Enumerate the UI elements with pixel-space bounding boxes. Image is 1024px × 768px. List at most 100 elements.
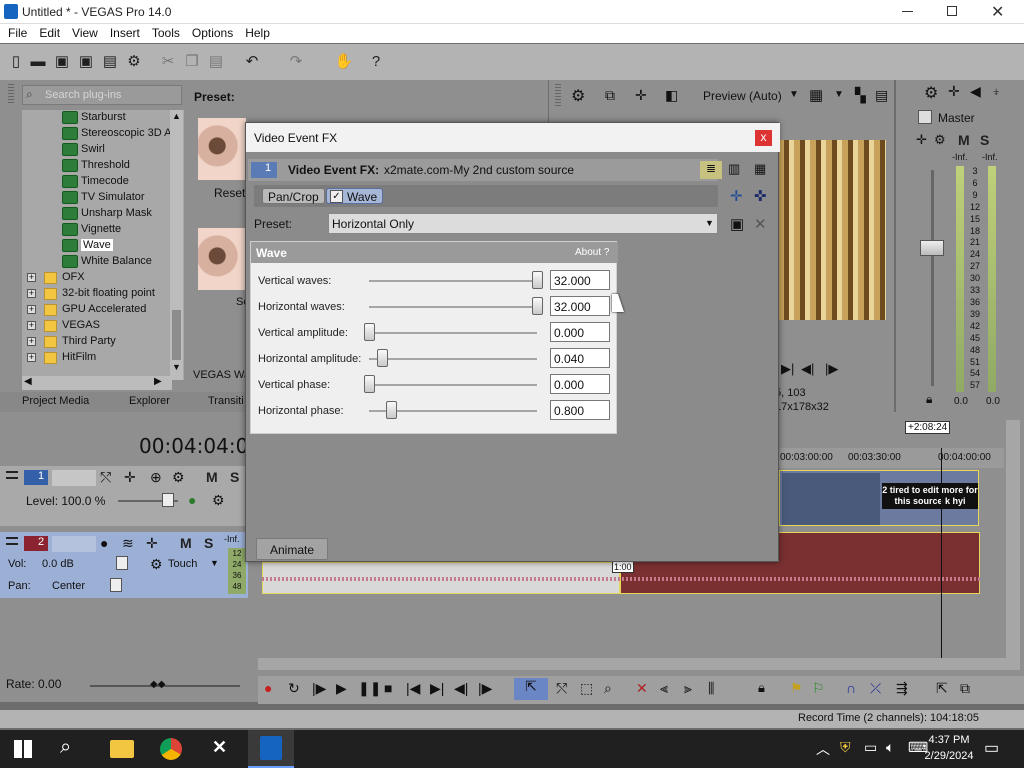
param-slider-thumb[interactable] — [377, 349, 389, 367]
plugin-item[interactable]: Vignette — [22, 222, 172, 238]
lock-icon[interactable]: 🔒︎ — [926, 392, 932, 407]
plugin-item[interactable]: Timecode — [22, 174, 172, 190]
normal-edit-tool-icon[interactable]: ⇱ — [514, 678, 548, 700]
remove-fx-icon[interactable]: ✜ — [754, 187, 767, 205]
scroll-down-icon[interactable]: ▼ — [172, 362, 181, 372]
param-slider-thumb[interactable] — [532, 297, 543, 315]
scroll-up-icon[interactable]: ▲ — [172, 111, 181, 121]
new-icon[interactable]: ▯ — [6, 52, 26, 72]
marker-icon[interactable]: ⚑ — [790, 680, 803, 697]
automation-icon[interactable]: ⚙ — [150, 556, 163, 573]
mute-button[interactable]: M — [958, 132, 970, 148]
list-view-icon[interactable]: ▥ — [728, 161, 740, 177]
pause-icon[interactable]: ❚❚ — [358, 680, 381, 697]
solo-button[interactable]: S — [230, 469, 239, 485]
param-value-input[interactable]: 32.000 — [550, 296, 610, 316]
reset-label[interactable]: Reset — [214, 186, 245, 200]
prev-frame-icon[interactable]: ◀| — [454, 680, 468, 697]
param-slider-track[interactable] — [369, 384, 537, 386]
security-icon[interactable]: ⛨ — [840, 739, 851, 756]
preview-device-icon[interactable]: ⧉ — [605, 87, 615, 104]
open-icon[interactable]: ▬ — [28, 52, 48, 72]
clock-date[interactable]: 2/29/2024 — [910, 750, 988, 762]
plugin-icon[interactable]: ✋ — [334, 52, 354, 72]
preview-quality-dropdown[interactable]: Preview (Auto) — [703, 89, 782, 103]
plugin-item[interactable]: White Balance — [22, 254, 172, 270]
expand-icon[interactable]: + — [27, 321, 36, 330]
mute-button[interactable]: M — [180, 535, 192, 551]
file-explorer-icon[interactable] — [110, 740, 134, 758]
folder-item[interactable]: + VEGAS — [22, 318, 172, 334]
master-gear-icon[interactable]: ⚙ — [934, 132, 946, 148]
redo-icon[interactable]: ↷ — [286, 52, 306, 72]
track-fx-icon[interactable]: ⊕ — [150, 469, 162, 486]
param-slider-thumb[interactable] — [364, 323, 375, 341]
compositing-icon[interactable]: ⤲ — [100, 469, 111, 486]
tree-horizontal-scrollbar[interactable]: ◀ ▶ — [22, 376, 172, 390]
trim-start-icon[interactable]: ⫷ — [660, 680, 668, 697]
copy-snapshot-icon[interactable]: ▚ — [855, 87, 866, 104]
restore-icon[interactable] — [947, 6, 957, 16]
plugin-item[interactable]: Stereoscopic 3D A — [22, 126, 172, 142]
lock-icon[interactable]: 🔒︎ — [758, 680, 765, 696]
solo-button[interactable]: S — [980, 132, 989, 148]
play-from-start-icon[interactable]: |▶ — [312, 680, 326, 697]
ignore-grouping-icon[interactable]: ⧉ — [960, 680, 970, 697]
save-as-icon[interactable]: ▣ — [76, 52, 96, 72]
folder-item[interactable]: +32-bit floating point — [22, 286, 172, 302]
preset-thumb-2[interactable] — [198, 228, 246, 290]
plugin-item[interactable]: Wave — [22, 238, 172, 254]
parent-icon[interactable]: ⚙ — [212, 492, 225, 509]
collapse-icon[interactable] — [6, 471, 18, 479]
add-fx-icon[interactable]: ✛ — [730, 187, 743, 205]
master-checkbox[interactable] — [918, 110, 932, 124]
track-motion-icon[interactable]: ✛ — [124, 469, 136, 486]
auto-crossfade-icon[interactable]: ⤫ — [870, 680, 881, 697]
scroll-thumb[interactable] — [172, 310, 181, 360]
preview-settings-icon[interactable]: ⚙ — [571, 86, 585, 106]
track-gear-icon[interactable]: ⚙ — [172, 469, 185, 486]
delete-preset-icon[interactable]: ✕ — [754, 215, 767, 233]
zoom-tool-icon[interactable]: ⌕ — [604, 680, 612, 697]
grid-icon[interactable]: ▦ — [809, 86, 823, 104]
rate-slider-thumb[interactable]: ◆◆ — [150, 679, 165, 690]
x-app-icon[interactable]: ✕ — [212, 737, 227, 758]
folder-item[interactable]: + HitFilm — [22, 350, 172, 366]
chevron-up-icon[interactable]: ︿ — [816, 739, 830, 759]
plugin-item[interactable]: Unsharp Mask — [22, 206, 172, 222]
save-icon[interactable]: ▣ — [52, 52, 72, 72]
go-end-icon[interactable]: ▶| — [430, 680, 444, 697]
save-snapshot-icon[interactable]: ▤ — [875, 87, 888, 104]
step-back-icon[interactable]: ◀| — [801, 361, 814, 377]
chevron-down-icon[interactable]: ▼ — [834, 89, 844, 100]
track-name-field[interactable] — [52, 470, 96, 486]
cut-icon[interactable]: ✂ — [158, 52, 178, 72]
region-icon[interactable]: ⚐ — [812, 680, 825, 697]
master-fx-icon[interactable]: ✛ — [916, 132, 927, 148]
next-frame-icon[interactable]: |▶ — [478, 680, 492, 697]
mixer-route-icon[interactable]: ⍖ — [992, 83, 1000, 100]
snapping-icon[interactable]: ∩ — [846, 680, 856, 696]
trim-end-icon[interactable]: ⫸ — [684, 680, 692, 697]
param-slider-track[interactable] — [369, 306, 537, 308]
pan-slider-thumb[interactable] — [110, 578, 122, 592]
param-slider-track[interactable] — [369, 358, 537, 360]
param-value-input[interactable]: 32.000 — [550, 270, 610, 290]
automation-mode[interactable]: Touch — [168, 558, 197, 570]
param-value-input[interactable]: 0.040 — [550, 348, 610, 368]
chain-item-pan-crop[interactable]: Pan/Crop — [262, 188, 325, 204]
playhead[interactable] — [941, 448, 942, 658]
prev-frame-icon[interactable]: ▶| — [781, 361, 794, 377]
split-icon[interactable]: ⫼ — [708, 680, 714, 697]
menu-help[interactable]: Help — [239, 24, 276, 40]
preset-dropdown[interactable]: Horizontal Only ▼ — [328, 213, 718, 234]
save-preset-icon[interactable]: ▣ — [730, 215, 744, 233]
menu-view[interactable]: View — [66, 24, 104, 40]
param-value-input[interactable]: 0.800 — [550, 400, 610, 420]
plugin-item[interactable]: Starburst — [22, 110, 172, 126]
param-slider-thumb[interactable] — [385, 401, 397, 419]
param-slider-thumb[interactable] — [532, 271, 543, 289]
vegas-taskbar-icon[interactable] — [248, 730, 294, 768]
expand-icon[interactable]: + — [27, 289, 36, 298]
mixer-fx-icon[interactable]: ✛ — [948, 83, 960, 100]
